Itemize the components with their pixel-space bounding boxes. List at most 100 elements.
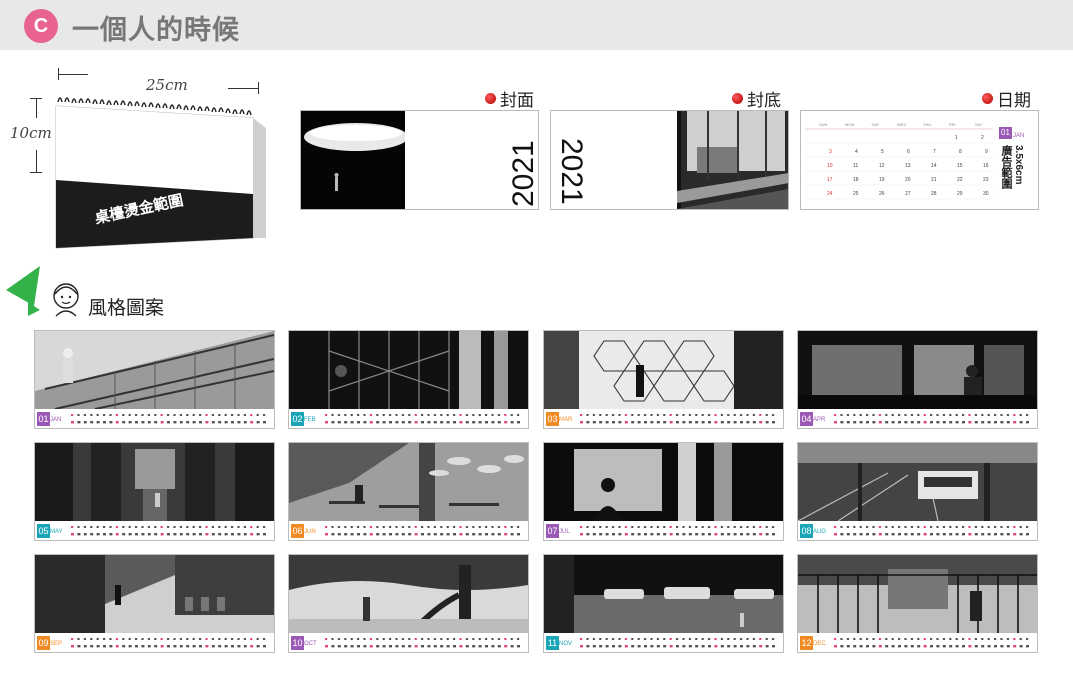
day-strip [832,412,1032,426]
svg-text:7: 7 [933,149,936,155]
month-number: 11 [546,636,559,650]
back-preview: 2021 [550,110,789,210]
month-calendar-row: 08 AUG [798,521,1037,540]
month-card-nov[interactable]: 11 NOV [543,554,784,653]
month-card-mar[interactable]: 03 MAR [543,330,784,429]
svg-text:25: 25 [853,191,859,197]
month-calendar-row: 02 FEB [289,409,528,428]
date-month-name: JAN [1013,133,1025,139]
month-calendar-row: 01 JAN [35,409,274,428]
day-strip [323,636,523,650]
month-card-oct[interactable]: 10 OCT [288,554,529,653]
svg-text:11: 11 [853,163,858,169]
month-photo [544,331,783,409]
date-grid: SUN MON TUE WED THU FRI SAT 12 3456789 10 11 12 1… [805,122,993,200]
month-name: MAR [559,417,573,423]
month-name: JUN [304,529,316,535]
section-title: 一個人的時候 [72,15,240,46]
month-calendar-row: 04 APR [798,409,1037,428]
month-name: JAN [50,417,62,423]
svg-text:13: 13 [905,163,911,169]
section-header: C 一個人的時候 [0,0,1073,50]
svg-text:2: 2 [981,135,984,141]
date-month-number: 01 [999,127,1012,139]
month-name: MAY [50,529,63,535]
svg-text:3: 3 [829,149,832,155]
svg-text:6: 6 [907,149,910,155]
svg-text:18: 18 [853,177,859,183]
svg-text:28: 28 [931,191,937,197]
svg-text:4: 4 [855,149,858,155]
svg-text:20: 20 [905,177,911,183]
height-dimension-tick-bottom [30,172,42,173]
svg-text:14: 14 [931,163,937,169]
day-strip [578,524,778,538]
day-strip [69,524,269,538]
svg-text:27: 27 [905,191,911,197]
svg-text:SAT: SAT [975,122,983,127]
ad-area-size: 3.5x6cm [1013,145,1024,185]
month-card-jan[interactable]: 01 JAN [34,330,275,429]
day-strip [578,412,778,426]
month-calendar-row: 07 JUL [544,521,783,540]
month-photo [35,555,274,633]
month-card-dec[interactable]: 12 DEC [797,554,1038,653]
month-number: 07 [546,524,559,538]
month-number: 01 [37,412,50,426]
cover-year: 2021 [507,140,539,207]
month-name: APR [813,417,826,423]
svg-text:TUE: TUE [871,122,879,127]
month-photo [289,443,528,521]
month-card-sep[interactable]: 09 SEP [34,554,275,653]
section-badge: C [24,9,58,43]
day-strip [69,636,269,650]
month-calendar-row: 11 NOV [544,633,783,652]
month-name: JUL [559,529,570,535]
svg-text:8: 8 [959,149,962,155]
month-number: 10 [291,636,304,650]
month-card-aug[interactable]: 08 AUG [797,442,1038,541]
month-calendar-row: 09 SEP [35,633,274,652]
month-photo [798,331,1037,409]
svg-text:12: 12 [879,163,885,169]
svg-text:17: 17 [827,177,833,183]
month-photo [35,331,274,410]
back-year: 2021 [555,138,588,205]
svg-text:SUN: SUN [819,122,828,127]
green-arrow-icon [6,266,40,316]
cover-label: 封面 [485,86,534,111]
month-card-may[interactable]: 05 MAY [34,442,275,541]
month-number: 02 [291,412,304,426]
svg-text:1: 1 [955,135,958,141]
svg-text:23: 23 [983,177,989,183]
svg-text:15: 15 [957,163,963,169]
month-name: FEB [304,417,316,423]
month-card-jul[interactable]: 07 JUL [543,442,784,541]
back-label: 封底 [732,86,781,111]
month-photo [798,555,1037,633]
month-photo [289,331,528,409]
svg-text:5: 5 [881,149,884,155]
month-calendar-row: 10 OCT [289,633,528,652]
month-card-feb[interactable]: 02 FEB [288,330,529,429]
month-number: 08 [800,524,813,538]
month-number: 04 [800,412,813,426]
month-calendar-row: 03 MAR [544,409,783,428]
svg-text:22: 22 [957,177,963,183]
month-card-apr[interactable]: 04 APR [797,330,1038,429]
svg-text:30: 30 [983,191,989,197]
svg-text:19: 19 [879,177,885,183]
width-dimension-line-left [58,74,88,75]
month-card-jun[interactable]: 06 JUN [288,442,529,541]
month-photo [544,443,783,521]
girl-face-icon [53,283,79,317]
month-number: 03 [546,412,559,426]
month-number: 05 [37,524,50,538]
svg-text:THU: THU [923,122,931,127]
month-photo [289,555,528,633]
height-dimension-line-top [36,98,37,118]
month-name: NOV [559,641,573,647]
cover-photo [301,111,405,209]
svg-text:24: 24 [827,191,833,197]
width-dimension-tick-left [58,68,59,80]
